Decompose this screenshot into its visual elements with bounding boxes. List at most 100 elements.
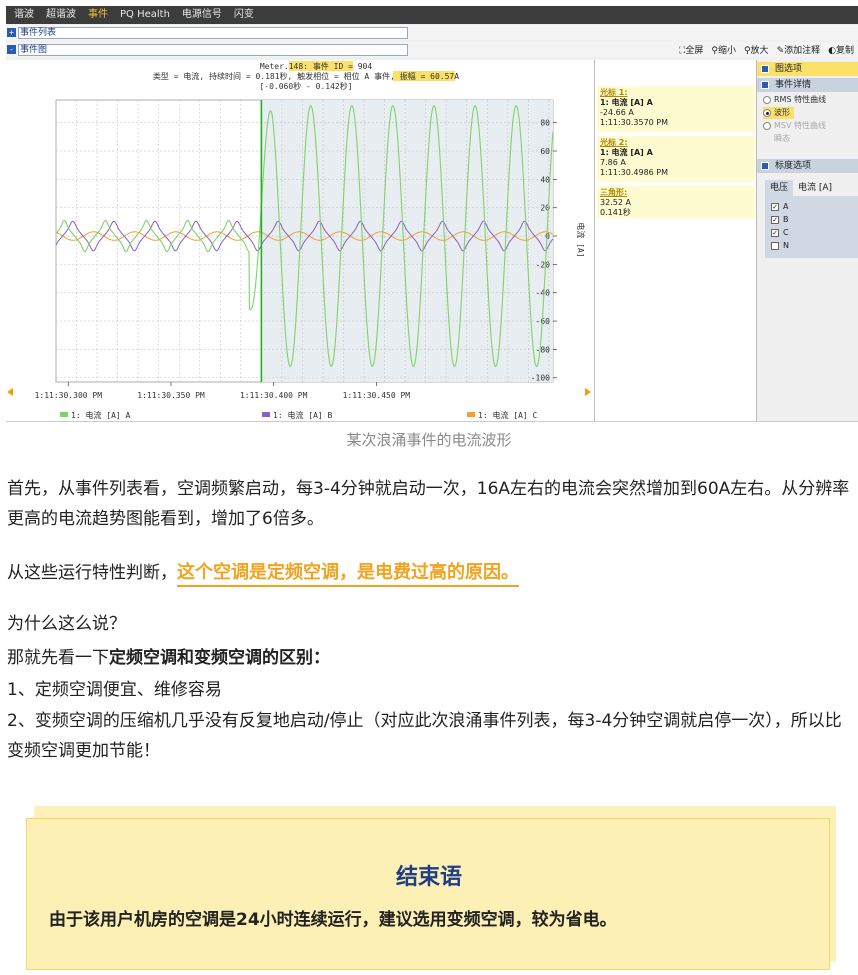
menu-flicker[interactable]: 闪变 [228,6,260,24]
cursor-2-series: 1: 电流 [A] A [600,148,653,157]
event-viewer-screenshot: 谐波 超谐波 事件 PQ Health 电源信号 闪变 + 事件列表 - 事件图… [6,6,858,422]
y-tick-label: -20 [536,260,551,269]
section-icon [761,65,769,73]
scale-options-header[interactable]: 标度选项 [757,159,858,173]
y-tick-label: 0 [545,232,550,241]
y-tick-label: 60 [540,147,550,156]
scroll-right-icon[interactable] [585,388,591,396]
tab-voltage[interactable]: 电压 [765,180,794,196]
zoom-out-button[interactable]: ⚲缩小 [707,43,740,56]
add-note-button[interactable]: ✎添加注释 [773,43,825,56]
highlighted-conclusion: 这个空调是定频空调，是电费过高的原因。 [177,562,519,587]
chart-pane: Meter.148: 事件 ID = 904 类型 = 电流, 持续时间 = 0… [6,60,594,422]
cursor-1-box: 光标 1: 1: 电流 [A] A -24.66 A 1:11:30.3570 … [597,86,755,132]
zoom-out-icon: ⚲ [711,46,718,56]
note-icon: ✎ [776,46,785,56]
conclusion-text: 由于该用户机房的空调是24小时连续运行，建议选用变频空调，较为省电。 [49,910,617,930]
delta-time: 0.141秒 [600,208,631,217]
scroll-left-icon[interactable] [7,388,13,396]
conclusion-box: 结束语 由于该用户机房的空调是24小时连续运行，建议选用变频空调，较为省电。 [26,818,830,970]
tab-current[interactable]: 电流 [A] [793,180,837,196]
cursor-2-title: 光标 2: [600,138,628,147]
delta-box: 三角形: 32.52 A 0.141秒 [597,186,755,218]
event-chart-strip: - 事件图 ⛶全屏 ⚲缩小 ⚲放大 ✎添加注释 ◐复制 [6,42,858,57]
y-tick-label: -80 [536,345,551,354]
x-tick-label: 1:11:30.300 PM [35,391,103,400]
msv-curve-option: MSV 特性曲线 [763,120,826,132]
check-icon: ✓ [771,229,779,237]
y-tick-label: 80 [540,119,550,128]
scale-tabs: 电压 电流 [A] [765,180,858,196]
copy-icon: ◐ [828,46,836,56]
event-list-field[interactable]: 事件列表 [18,26,408,39]
cursor-1-time: 1:11:30.3570 PM [600,118,669,127]
legend-label-b: 1: 电流 [A] B [273,410,333,420]
menu-mains-signaling[interactable]: 电源信号 [176,6,228,24]
expand-icon[interactable]: + [7,28,16,37]
header-line-3: [-0.060秒 - 0.142秒] [259,81,352,91]
legend: 1: 电流 [A] A 1: 电流 [A] B 1: 电流 [A] C [60,410,538,420]
chart-toolbar: ⛶全屏 ⚲缩小 ⚲放大 ✎添加注释 ◐复制 [675,42,858,57]
menu-harmonics[interactable]: 谐波 [8,6,40,24]
cursor-1-title: 光标 1: [600,88,628,97]
collapse-icon[interactable]: - [7,45,16,54]
radio-selected-icon [763,109,771,117]
options-pane: 图选项 事件详情 RMS 特性曲线 波形 MSV 特性曲线 瞬态 标度选项 电压… [756,60,858,421]
transient-option: 瞬态 [774,134,790,143]
menu-pq-health[interactable]: PQ Health [114,6,176,24]
cursor-2-box: 光标 2: 1: 电流 [A] A 7.86 A 1:11:30.4986 PM [597,136,755,182]
menu-bar: 谐波 超谐波 事件 PQ Health 电源信号 闪变 [6,6,858,24]
check-icon: ✓ [771,203,779,211]
legend-swatch-a [60,412,68,417]
x-tick-label: 1:11:30.350 PM [137,391,205,400]
delta-title: 三角形: [600,188,628,197]
cursor-2-value: 7.86 A [600,158,626,167]
event-chart-field[interactable]: 事件图 [18,43,408,56]
phase-c-checkbox[interactable]: ✓ C [771,228,789,238]
event-details-header[interactable]: 事件详情 [757,78,858,92]
cursor-1-value: -24.66 A [600,108,634,117]
zoom-in-button[interactable]: ⚲放大 [740,43,773,56]
unchecked-box-icon [771,242,779,250]
header-line-1: Meter.148: 事件 ID = 904 [260,61,373,71]
header-line-2: 类型 = 电流, 持续时间 = 0.181秒, 触发相位 = 相位 A 事件, … [153,71,459,81]
menu-supraharmonics[interactable]: 超谐波 [40,6,82,24]
radio-icon [763,122,771,130]
legend-label-a: 1: 电流 [A] A [71,410,131,420]
x-axis: 1:11:30.300 PM 1:11:30.350 PM 1:11:30.400 … [35,382,411,400]
y-tick-label: -100 [531,374,550,383]
chart-options-header[interactable]: 图选项 [757,62,858,76]
copy-button[interactable]: ◐复制 [824,43,858,56]
delta-value: 32.52 A [600,198,631,207]
conclusion-title: 结束语 [395,865,462,890]
section-icon [761,81,769,89]
y-tick-label: -40 [536,289,551,298]
chart-header: Meter.148: 事件 ID = 904 类型 = 电流, 持续时间 = 0… [153,61,459,91]
x-tick-label: 1:11:30.400 PM [240,391,308,400]
legend-swatch-b [262,412,270,417]
cursor-readout-pane: 光标 1: 1: 电流 [A] A -24.66 A 1:11:30.3570 … [594,60,756,421]
legend-label-c: 1: 电流 [A] C [478,410,538,420]
list-item-1: 1、定频空调便宜、维修容易 [7,680,222,700]
paragraph-4-prefix: 那就先看一下 [7,648,109,668]
section-icon [761,162,769,170]
event-list-strip: + 事件列表 [6,25,858,40]
paragraph-4: 那就先看一下定频空调和变频空调的区别： [7,643,855,673]
rms-curve-option[interactable]: RMS 特性曲线 [763,94,826,106]
waveform-option[interactable]: 波形 [763,107,794,119]
phase-checkbox-panel: ✓ A ✓ B ✓ C N [765,196,858,258]
phase-n-checkbox[interactable]: N [771,241,789,251]
y-axis-label: 电流 [A] [576,222,586,257]
phase-b-checkbox[interactable]: ✓ B [771,215,789,225]
paragraph-4-bold: 定频空调和变频空调的区别： [109,648,330,668]
current-waveform-chart[interactable]: Meter.148: 事件 ID = 904 类型 = 电流, 持续时间 = 0… [6,60,594,422]
paragraph-1: 首先，从事件列表看，空调频繁启动，每3-4分钟就启动一次，16A左右的电流会突然… [7,479,850,529]
fullscreen-button[interactable]: ⛶全屏 [675,43,707,56]
legend-swatch-c [467,412,475,417]
paragraph-2-prefix: 从这些运行特性判断， [7,563,177,583]
phase-a-checkbox[interactable]: ✓ A [771,202,788,212]
menu-events[interactable]: 事件 [82,6,114,24]
list-item-2: 2、变频空调的压缩机几乎没有反复地启动/停止（对应此次浪涌事件列表，每3-4分钟… [7,711,842,761]
x-tick-label: 1:11:30.450 PM [343,391,411,400]
radio-icon [763,96,771,104]
